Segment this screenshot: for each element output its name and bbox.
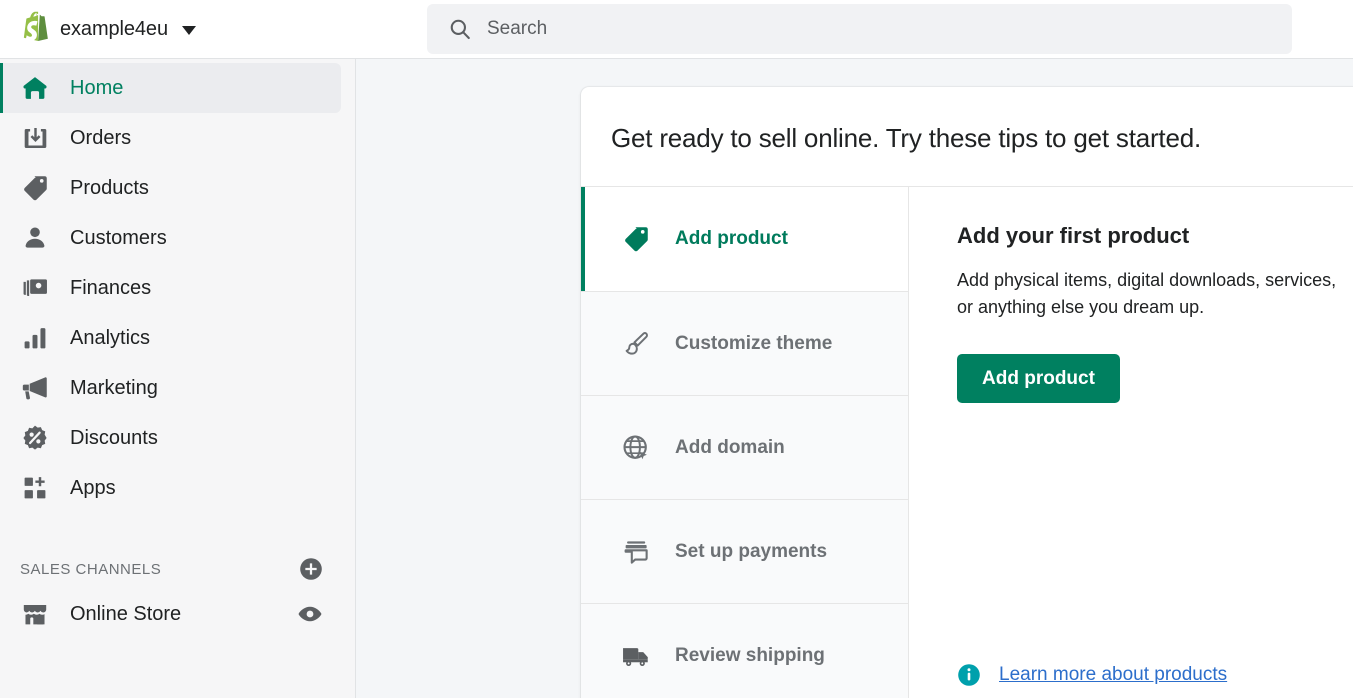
sidebar-item-apps[interactable]: Apps [0, 463, 341, 513]
paintbrush-icon [621, 329, 651, 359]
sidebar-item-label: Apps [70, 476, 116, 499]
task-detail-panel: Add your first product Add physical item… [909, 187, 1353, 698]
search-box[interactable] [427, 4, 1292, 54]
detail-title: Add your first product [957, 223, 1190, 248]
store-switcher[interactable]: example4eu [0, 0, 356, 58]
sidebar-item-label: Discounts [70, 426, 158, 449]
sidebar-item-home[interactable]: Home [0, 63, 341, 113]
sidebar-item-label: Analytics [70, 326, 151, 349]
tag-icon [621, 224, 651, 254]
sidebar-item-label: Home [70, 76, 124, 99]
sidebar-section-sales-channels: SALES CHANNELS [0, 549, 355, 589]
megaphone-icon [20, 373, 50, 403]
sidebar: Home Orders Products Customers Finances … [0, 59, 356, 698]
plus-circle-icon[interactable] [299, 557, 323, 581]
apps-icon [20, 473, 50, 503]
learn-more-row: Learn more about products [957, 663, 1227, 687]
eye-icon[interactable] [297, 601, 323, 627]
task-item-set-up-payments[interactable]: Set up payments [581, 499, 908, 603]
sidebar-item-label: Online Store [70, 602, 182, 625]
sidebar-item-finances[interactable]: Finances [0, 263, 341, 313]
tag-icon [20, 173, 50, 203]
task-item-add-domain[interactable]: Add domain [581, 395, 908, 499]
task-item-label: Add product [675, 228, 788, 249]
discount-icon [20, 423, 50, 453]
sidebar-item-products[interactable]: Products [0, 163, 341, 213]
truck-icon [621, 641, 651, 671]
task-item-label: Review shipping [675, 644, 825, 666]
task-item-label: Set up payments [675, 540, 828, 562]
sidebar-item-orders[interactable]: Orders [0, 113, 341, 163]
shopify-admin-app: example4eu Home Orders [0, 0, 1353, 698]
chevron-down-icon[interactable] [181, 26, 196, 35]
detail-body-text: Add physical items, digital downloads, s… [957, 270, 1337, 318]
learn-more-link[interactable]: Learn more about products [999, 664, 1227, 686]
sidebar-item-online-store[interactable]: Online Store [0, 589, 355, 639]
globe-icon [621, 433, 651, 463]
task-item-label: Customize theme [675, 332, 833, 354]
store-name: example4eu [60, 17, 168, 40]
sidebar-item-marketing[interactable]: Marketing [0, 363, 341, 413]
onboarding-card: Get ready to sell online. Try these tips… [581, 87, 1353, 698]
add-product-button[interactable]: Add product [957, 353, 1120, 403]
task-item-label: Add domain [675, 436, 785, 458]
person-icon [20, 223, 50, 253]
storefront-icon [20, 599, 50, 629]
page-title: Get ready to sell online. Try these tips… [611, 123, 1201, 153]
sidebar-item-label: Finances [70, 276, 152, 299]
task-list: Add product Customize theme Add domain S… [581, 187, 909, 698]
sidebar-item-label: Customers [70, 226, 167, 249]
cash-icon [20, 273, 50, 303]
task-item-customize-theme[interactable]: Customize theme [581, 291, 908, 395]
sidebar-item-analytics[interactable]: Analytics [0, 313, 341, 363]
sidebar-section-title: SALES CHANNELS [20, 560, 162, 578]
task-item-review-shipping[interactable]: Review shipping [581, 603, 908, 698]
main-content: Get ready to sell online. Try these tips… [357, 59, 1353, 698]
home-icon [20, 73, 50, 103]
sidebar-item-label: Marketing [70, 376, 158, 399]
top-bar: example4eu [0, 0, 1353, 59]
sidebar-item-label: Products [70, 176, 149, 199]
orders-icon [20, 123, 50, 153]
bar-chart-icon [20, 323, 50, 353]
shopify-bag-icon [23, 11, 48, 41]
card-body: Add product Customize theme Add domain S… [581, 187, 1353, 698]
task-item-add-product[interactable]: Add product [581, 187, 908, 291]
card-header: Get ready to sell online. Try these tips… [581, 87, 1353, 187]
payment-icon [621, 537, 651, 567]
sidebar-item-customers[interactable]: Customers [0, 213, 341, 263]
search-icon [450, 19, 470, 40]
sidebar-item-label: Orders [70, 126, 132, 149]
info-icon [958, 664, 980, 686]
search-input[interactable] [487, 18, 1187, 40]
sidebar-item-discounts[interactable]: Discounts [0, 413, 341, 463]
